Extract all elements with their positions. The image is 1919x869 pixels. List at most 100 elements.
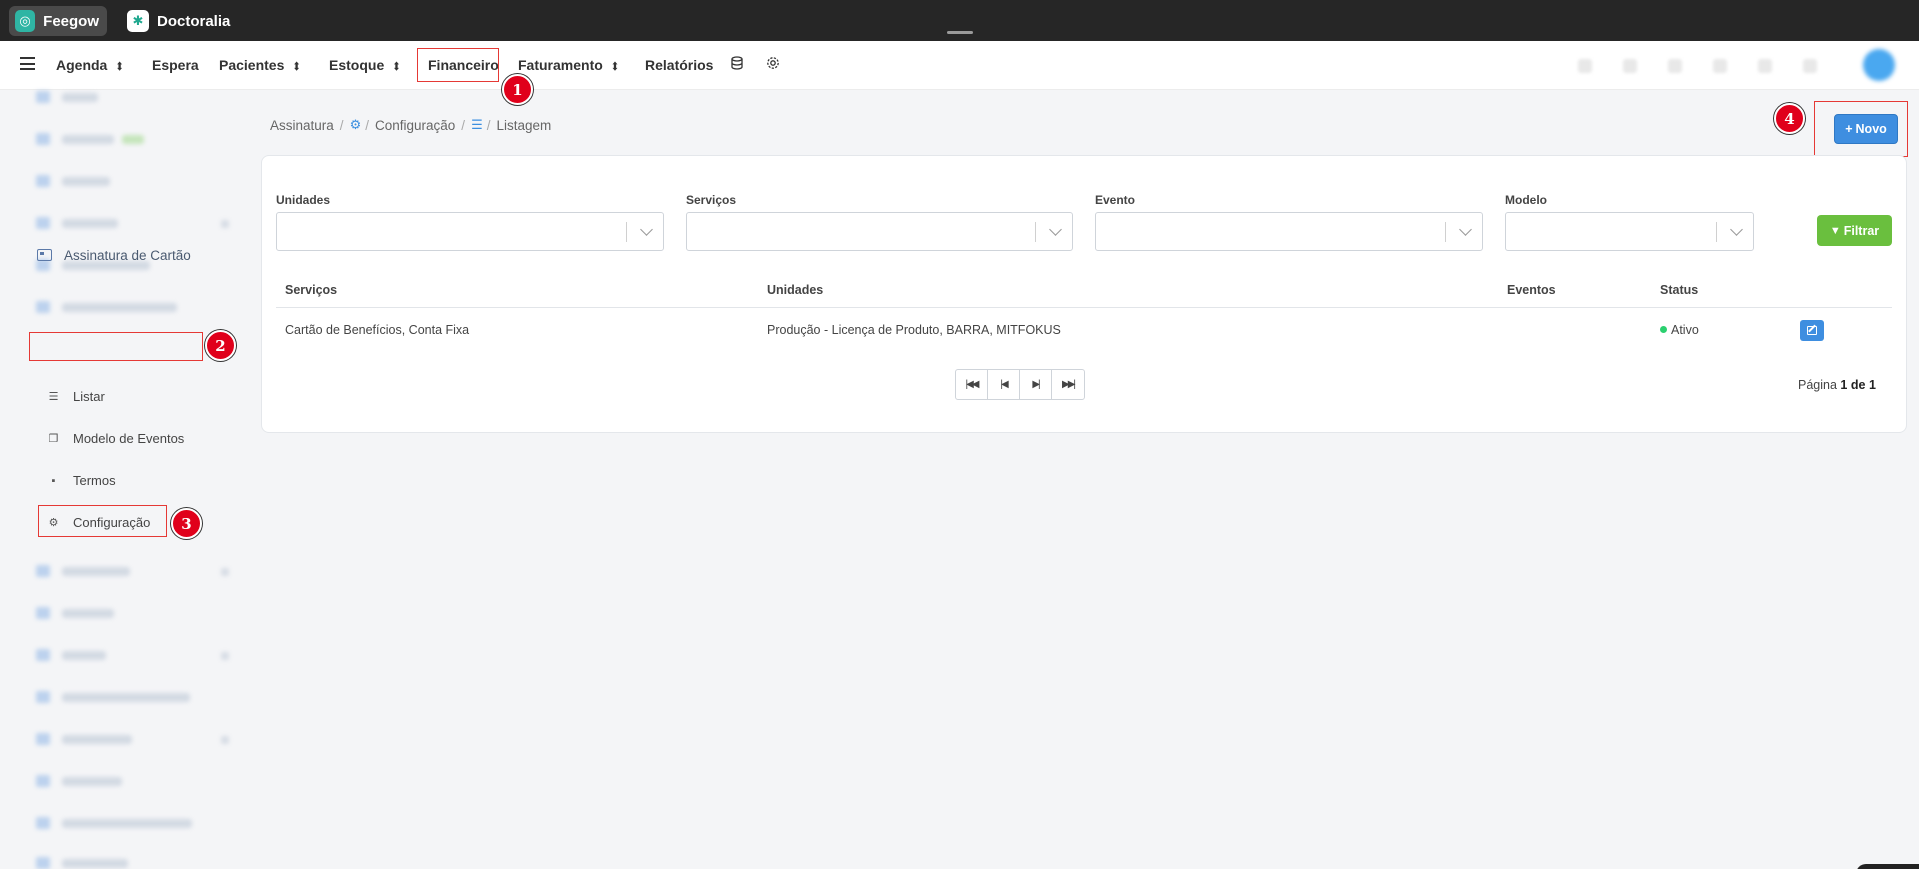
sidebar-item-assinatura-cartao[interactable]: Assinatura de Cartão: [29, 241, 203, 269]
sidebar-subitem-label: Modelo de Eventos: [73, 431, 185, 446]
video-icon[interactable]: [1623, 59, 1637, 73]
first-page-button[interactable]: |◀◀: [956, 370, 988, 399]
nav-espera[interactable]: Espera: [152, 57, 199, 73]
sidebar-blurred-item[interactable]: [36, 648, 106, 662]
nav-relatorios[interactable]: Relatórios: [645, 57, 713, 73]
filter-label-servicos: Serviços: [686, 193, 737, 207]
sidebar-blurred-item[interactable]: [36, 774, 122, 788]
sidebar-subitem-label: Listar: [73, 389, 105, 404]
sidebar-blurred-item[interactable]: [36, 132, 144, 146]
nav-pacientes[interactable]: Pacientes ⬍: [219, 57, 301, 75]
doctoralia-logo-icon: ✱: [127, 10, 149, 32]
page-indicator: Página 1 de 1: [1798, 378, 1876, 392]
filtrar-button[interactable]: ▼ Filtrar: [1817, 215, 1892, 246]
app-tab-feegow-label: Feegow: [43, 12, 99, 30]
sidebar-blurred-item[interactable]: [36, 216, 118, 230]
sidebar-blurred-item[interactable]: [36, 732, 132, 746]
status-dot-icon: [1660, 326, 1667, 333]
feegow-logo-icon: ◎: [15, 10, 36, 32]
sidebar-blurred-item[interactable]: [36, 300, 177, 314]
app-tab-doctoralia-label: Doctoralia: [157, 12, 231, 30]
sort-caret-icon: ⬍: [292, 60, 301, 75]
page-total: 1: [1868, 378, 1876, 392]
chevron-down-icon: [1730, 223, 1743, 236]
breadcrumb-listagem: Listagem: [496, 117, 552, 133]
table-header-servicos: Serviços: [285, 283, 338, 297]
sidebar-blurred-item[interactable]: [36, 606, 114, 620]
avatar[interactable]: [1863, 49, 1895, 81]
next-page-button[interactable]: ▶|: [1020, 370, 1052, 399]
sidebar-blurred-item[interactable]: [36, 174, 110, 188]
nav-relatorios-label: Relatórios: [645, 57, 714, 73]
sort-caret-icon: ⬍: [610, 60, 620, 75]
sort-caret-icon: ⬍: [115, 60, 124, 75]
table-divider: [276, 307, 1892, 308]
sidebar-subitem-label: Termos: [73, 473, 116, 488]
nav-agenda[interactable]: Agenda ⬍: [56, 57, 124, 75]
nav-estoque-label: Estoque: [329, 57, 385, 73]
notification-icon[interactable]: [1803, 59, 1817, 73]
evento-select[interactable]: [1095, 212, 1483, 251]
unidades-select[interactable]: [276, 212, 664, 251]
nav-faturamento-label: Faturamento: [518, 57, 603, 73]
sidebar-blurred-item[interactable]: [36, 690, 190, 704]
page-current: 1: [1840, 378, 1848, 392]
window-drag-handle[interactable]: [947, 31, 973, 34]
sidebar-subitem-termos[interactable]: ▪ Termos: [48, 473, 116, 488]
database-icon[interactable]: [729, 55, 745, 71]
table-cell-servicos: Cartão de Benefícios, Conta Fixa: [285, 323, 470, 337]
chevron-icon: [221, 568, 229, 576]
edit-button[interactable]: [1800, 320, 1824, 341]
status-badge: Ativo: [1660, 323, 1699, 337]
nav-agenda-label: Agenda: [56, 57, 108, 73]
chevron-icon: [221, 652, 229, 660]
sidebar-subitem-listar[interactable]: ☰ Listar: [48, 389, 105, 404]
filter-icon[interactable]: [1668, 59, 1682, 73]
menu-icon[interactable]: [20, 57, 35, 70]
prev-page-button[interactable]: |◀: [988, 370, 1020, 399]
list-icon: ☰: [48, 391, 59, 403]
step-badge-2: 2: [205, 330, 236, 361]
sidebar-blurred-item[interactable]: [36, 856, 128, 869]
app-tab-doctoralia[interactable]: ✱ Doctoralia: [121, 6, 238, 36]
breadcrumb-separator: /: [461, 117, 466, 133]
modelo-select[interactable]: [1505, 212, 1754, 251]
status-label: Ativo: [1671, 323, 1699, 337]
last-page-button[interactable]: ▶▶|: [1052, 370, 1084, 399]
step-badge-3: 3: [171, 508, 202, 539]
chat-widget[interactable]: [1856, 864, 1919, 869]
table-header-unidades: Unidades: [767, 283, 824, 297]
list-icon: ☰: [471, 117, 483, 132]
nav-pacientes-label: Pacientes: [219, 57, 285, 73]
gear-icon[interactable]: [765, 55, 781, 71]
sidebar-blurred-item[interactable]: [36, 564, 130, 578]
user-icon[interactable]: [1713, 59, 1727, 73]
step-badge-4: 4: [1774, 103, 1805, 134]
page-prefix: Página: [1798, 378, 1837, 392]
edit-icon: [1807, 326, 1817, 335]
nav-estoque[interactable]: Estoque ⬍: [329, 57, 401, 74]
table-cell-unidades: Produção - Licença de Produto, BARRA, MI…: [767, 323, 1061, 337]
app-switcher-bar: ◎ Feegow ✱ Doctoralia: [0, 0, 1919, 41]
sidebar-subitem-modelo-eventos[interactable]: ❐ Modelo de Eventos: [48, 431, 185, 446]
step-badge-1: 1: [502, 74, 533, 105]
chevron-down-icon: [1049, 223, 1062, 236]
sidebar-blurred-item[interactable]: [36, 816, 192, 830]
servicos-select[interactable]: [686, 212, 1073, 251]
copy-icon: ❐: [48, 433, 59, 445]
chevron-down-icon: [1459, 223, 1472, 236]
sidebar-blurred-item[interactable]: [36, 90, 98, 104]
page-of: de: [1850, 378, 1866, 392]
breadcrumb-separator: /: [339, 117, 344, 133]
breadcrumb-assinatura[interactable]: Assinatura: [270, 118, 334, 133]
nav-faturamento[interactable]: Faturamento ⬍: [518, 57, 620, 75]
phone-icon[interactable]: [1578, 59, 1592, 73]
breadcrumb-configuracao[interactable]: Configuração: [375, 118, 455, 133]
chat-icon[interactable]: [1758, 59, 1772, 73]
app-tab-feegow[interactable]: ◎ Feegow: [9, 6, 107, 36]
filter-label-modelo: Modelo: [1505, 193, 1547, 207]
table-header-eventos: Eventos: [1507, 283, 1556, 297]
sidebar-item-label: Assinatura de Cartão: [64, 247, 191, 263]
main-nav: Agenda ⬍ Espera Pacientes ⬍ Estoque ⬍ Finan…: [0, 41, 1919, 90]
breadcrumb: Assinatura / ⚙ / Configuração / ☰ / List…: [270, 117, 551, 133]
